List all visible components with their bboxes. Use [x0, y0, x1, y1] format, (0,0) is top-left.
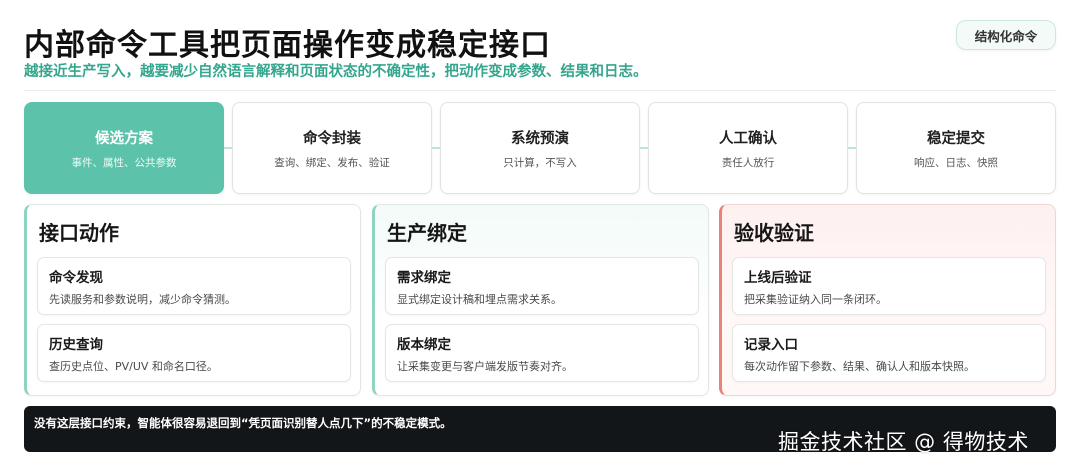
card-desc: 每次动作留下参数、结果、确认人和版本快照。 [744, 360, 975, 373]
card-requirement-binding[interactable]: 需求绑定 显式绑定设计稿和埋点需求关系。 [385, 257, 699, 315]
card-command-discovery[interactable]: 命令发现 先读服务和参数说明，减少命令猜测。 [37, 257, 351, 315]
card-title: 历史查询 [49, 337, 103, 353]
column-title: 生产绑定 [387, 221, 467, 245]
card-desc: 把采集验证纳入同一条闭环。 [744, 293, 887, 306]
structured-command-tag[interactable]: 结构化命令 [956, 20, 1056, 50]
step-desc: 查询、绑定、发布、验证 [274, 156, 390, 169]
header-divider [24, 90, 1056, 91]
step-system-rehearsal[interactable]: 系统预演 只计算，不写入 [440, 102, 640, 194]
step-desc: 责任人放行 [721, 156, 775, 169]
step-desc: 事件、属性、公共参数 [71, 156, 177, 169]
step-command-wrap[interactable]: 命令封装 查询、绑定、发布、验证 [232, 102, 432, 194]
process-steps: 候选方案 事件、属性、公共参数 命令封装 查询、绑定、发布、验证 系统预演 只计… [24, 102, 1056, 194]
card-title: 上线后验证 [744, 270, 812, 286]
column-title: 验收验证 [734, 221, 814, 245]
footer-warning-text: 没有这层接口约束，智能体很容易退回到“凭页面识别替人点几下”的不稳定模式。 [34, 416, 452, 430]
page: 内部命令工具把页面操作变成稳定接口 越接近生产写入，越要减少自然语言解释和页面状… [0, 0, 1080, 474]
card-post-launch-verification[interactable]: 上线后验证 把采集验证纳入同一条闭环。 [732, 257, 1046, 315]
column-acceptance-verification: 验收验证 上线后验证 把采集验证纳入同一条闭环。 记录入口 每次动作留下参数、结… [719, 204, 1056, 396]
card-title: 记录入口 [744, 337, 798, 353]
step-title: 系统预演 [511, 130, 569, 147]
page-subtitle: 越接近生产写入，越要减少自然语言解释和页面状态的不确定性，把动作变成参数、结果和… [24, 64, 648, 80]
card-desc: 查历史点位、PV/UV 和命名口径。 [49, 360, 218, 373]
card-title: 需求绑定 [397, 270, 451, 286]
step-title: 人工确认 [719, 130, 777, 147]
card-version-binding[interactable]: 版本绑定 让采集变更与客户端发版节奏对齐。 [385, 324, 699, 382]
card-title: 版本绑定 [397, 337, 451, 353]
card-desc: 先读服务和参数说明，减少命令猜测。 [49, 293, 236, 306]
watermark: 掘金技术社区 @ 得物技术 [778, 430, 1029, 454]
step-title: 稳定提交 [927, 130, 985, 147]
step-stable-submit[interactable]: 稳定提交 响应、日志、快照 [856, 102, 1056, 194]
step-candidate-plan[interactable]: 候选方案 事件、属性、公共参数 [24, 102, 224, 194]
column-production-binding: 生产绑定 需求绑定 显式绑定设计稿和埋点需求关系。 版本绑定 让采集变更与客户端… [372, 204, 709, 396]
step-title: 候选方案 [95, 130, 153, 147]
column-title: 接口动作 [39, 221, 119, 245]
card-title: 命令发现 [49, 270, 103, 286]
card-desc: 显式绑定设计稿和埋点需求关系。 [397, 293, 562, 306]
step-desc: 响应、日志、快照 [914, 156, 998, 169]
step-manual-confirm[interactable]: 人工确认 责任人放行 [648, 102, 848, 194]
card-desc: 让采集变更与客户端发版节奏对齐。 [397, 360, 573, 373]
page-title: 内部命令工具把页面操作变成稳定接口 [24, 28, 551, 63]
step-desc: 只计算，不写入 [503, 156, 577, 169]
step-title: 命令封装 [303, 130, 361, 147]
column-interface-actions: 接口动作 命令发现 先读服务和参数说明，减少命令猜测。 历史查询 查历史点位、P… [24, 204, 361, 396]
card-record-entry[interactable]: 记录入口 每次动作留下参数、结果、确认人和版本快照。 [732, 324, 1046, 382]
card-history-query[interactable]: 历史查询 查历史点位、PV/UV 和命名口径。 [37, 324, 351, 382]
